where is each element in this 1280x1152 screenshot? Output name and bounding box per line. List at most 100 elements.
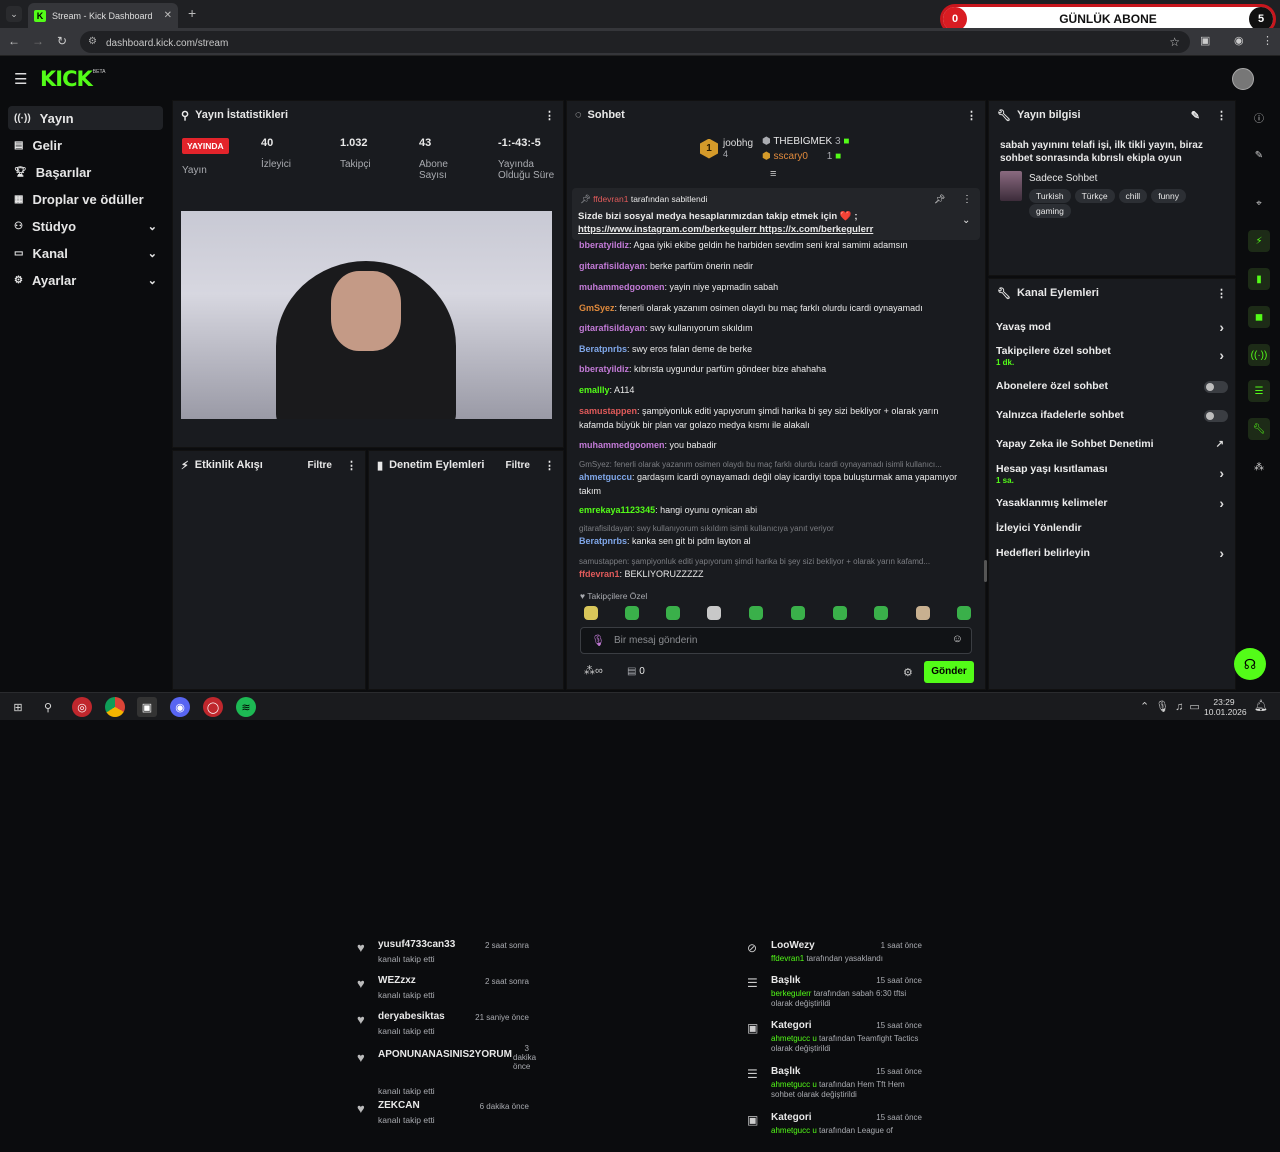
emote-icon[interactable] [957,606,971,620]
chat-message[interactable]: gitarafisildayan: swy kullanıyorum sıkıl… [579,321,974,335]
target-icon[interactable]: ⌖ [1248,192,1270,214]
more-icon[interactable]: ⋮ [544,109,555,122]
chat-username[interactable]: ffdevran1 [579,569,620,579]
chat-username[interactable]: GmSyez [579,303,615,313]
windows-start-icon[interactable]: ⊞ [8,697,28,717]
moderation-row[interactable]: ▣ Kategori 15 saat önce ahmetgucc u tarafın… [747,1110,925,1152]
mic-icon[interactable]: 🎙︎ [591,634,605,647]
emote-icon[interactable] [874,606,888,620]
chat-icon[interactable]: ◼ [1248,306,1270,328]
tab-list-button[interactable]: ⌄ [6,6,22,22]
x-link[interactable]: https://x.com/berkegulerr [759,224,873,235]
spotify-icon[interactable]: ≋ [236,697,256,717]
bolt-icon[interactable]: ⚡︎ [1248,230,1270,252]
notification-icon[interactable]: 🔔︎ [1254,699,1268,712]
chat-settings-icon[interactable]: ⚙ [903,666,913,679]
search-icon[interactable]: ⚲ [38,697,58,717]
clock[interactable]: 23:29 10.01.2026 [1204,697,1247,717]
emote-icon[interactable] [749,606,763,620]
instagram-link[interactable]: https://www.instagram.com/berkegulerr [578,224,757,235]
channel-action-row[interactable]: Yasaklanmış kelimeler › [996,495,1228,513]
filter-button[interactable]: Filtre [506,460,530,471]
channel-action-row[interactable]: Abonelere özel sohbet [996,380,1228,396]
chat-username[interactable]: gitarafisildayan [579,323,645,333]
chat-message[interactable]: ahmetguccu: gardaşım icardi oynayamadı d… [579,470,974,498]
browser-menu-icon[interactable]: ⋮ [1262,34,1273,47]
new-tab-button[interactable]: + [188,5,196,21]
app-red-icon[interactable]: ◎ [72,697,92,717]
bookmark-star-icon[interactable]: ☆ [1169,31,1180,53]
more-icon[interactable]: ⋮ [1216,109,1227,122]
chat-message[interactable]: muhammedgoomen: you babadir [579,438,974,452]
activity-row[interactable]: ♥ deryabesiktas kanalı takip etti 21 saniye… [357,1010,533,1044]
chat-username[interactable]: muhammedgoomen [579,282,665,292]
chat-username[interactable]: emallly [579,385,610,395]
info-icon[interactable]: ⓘ [1248,106,1270,128]
sidebar-item-studyo[interactable]: ⚇ Stüdyo ⌄ [8,214,163,238]
more-icon[interactable]: ⋮ [1216,287,1227,300]
site-info-icon[interactable]: ⚙ [88,31,97,53]
opera-icon[interactable]: ◯ [203,697,223,717]
channel-action-row[interactable]: Hesap yaşı kısıtlaması 1 sa. › [996,463,1228,487]
tag[interactable]: Türkçe [1074,189,1115,203]
url-input[interactable]: ⚙ dashboard.kick.com/stream ☆ [80,31,1190,53]
back-icon[interactable]: ← [8,34,20,48]
forward-icon[interactable]: → [32,34,44,48]
chat-username[interactable]: bberatyildiz [579,240,629,250]
chat-message[interactable]: emallly: A114 [579,383,974,397]
chat-message[interactable]: Beratpnrbs: swy eros falan deme de berke [579,342,974,356]
chrome-alt-icon[interactable]: ▣ [137,697,157,717]
channel-action-row[interactable]: İzleyici Yönlendir [996,522,1228,538]
emote-icon[interactable] [707,606,721,620]
chat-username[interactable]: Beratpnrbs [579,344,627,354]
channel-action-row[interactable]: Yalnızca ifadelerle sohbet [996,409,1228,425]
sidebar-item-yayin[interactable]: ((·)) Yayın [8,106,163,130]
toggle-switch[interactable] [1204,410,1228,422]
chat-username[interactable]: emrekaya1123345 [579,505,655,515]
browser-tab[interactable]: K Stream - Kick Dashboard ✕ [28,3,178,28]
chat-scrollbar[interactable] [984,560,987,582]
emoji-icon[interactable]: ☺ [952,633,963,645]
tray-icons[interactable]: ⌃🎙︎♫▭ [1140,700,1206,713]
chrome-icon[interactable] [105,697,125,717]
chat-username[interactable]: gitarafisildayan [579,261,645,271]
emote-icon[interactable] [625,606,639,620]
chat-username[interactable]: muhammedgoomen [579,440,665,450]
pinned-toggle-icon[interactable]: ≡ [770,168,776,180]
channel-action-row[interactable]: Yapay Zeka ile Sohbet Denetimi ↗ [996,438,1228,454]
more-icon[interactable]: ⋮ [962,194,972,205]
kick-logo[interactable]: KICK BETA [40,67,105,91]
users-icon[interactable]: ⁂ [1248,456,1270,478]
chat-message[interactable]: bberatyildiz: Agaa iyiki ekibe geldin he… [579,238,974,252]
chat-username[interactable]: Beratpnrbs [579,536,627,546]
sidebar-item-droplar[interactable]: ▦ Droplar ve ödüller [8,187,163,211]
tag[interactable]: funny [1151,189,1186,203]
more-icon[interactable]: ⋮ [346,459,357,472]
emote-icon[interactable] [833,606,847,620]
chat-message[interactable]: samustappen: şampiyonluk editi yapıyorum… [579,404,974,432]
avatar[interactable] [1232,68,1254,90]
list-icon[interactable]: ☰ [1248,380,1270,402]
tag[interactable]: chill [1118,189,1148,203]
moderation-row[interactable]: ▣ Kategori 15 saat önce ahmetgucc u tarafın… [747,1018,925,1060]
sidebar-item-ayarlar[interactable]: ⚙ Ayarlar ⌄ [8,268,163,292]
emote-icon[interactable] [791,606,805,620]
moderation-row[interactable]: ☰ Başlık 15 saat önce ahmetgucc u tarafında… [747,1064,925,1106]
send-button[interactable]: Gönder [924,661,974,683]
emote-icon[interactable] [916,606,930,620]
filter-button[interactable]: Filtre [308,460,332,471]
chat-message[interactable]: emrekaya1123345: hangi oyunu oynican abi [579,503,974,517]
channel-action-row[interactable]: Hedefleri belirleyin › [996,545,1228,563]
chat-message[interactable]: gitarafisildayan: berke parfüm önerin ne… [579,259,974,273]
channel-action-row[interactable]: Yavaş mod › [996,319,1228,337]
activity-row[interactable]: ♥ yusuf4733can33 kanalı takip etti 2 saat s… [357,938,533,972]
chat-message[interactable]: muhammedgoomen: yayin niye yapmadin saba… [579,280,974,294]
tag[interactable]: gaming [1029,204,1071,218]
reload-icon[interactable]: ↻ [57,34,67,48]
activity-row[interactable]: ♥ APONUNANASINIS2YORUM kanalı takip etti 3 … [357,1044,536,1096]
discord-icon[interactable]: ◉ [170,697,190,717]
more-icon[interactable]: ⋮ [544,459,555,472]
chat-username[interactable]: bberatyildiz [579,364,629,374]
unpin-icon[interactable]: 📌︎ [934,194,945,205]
infinity-icon[interactable]: ⁂∞ [584,664,603,677]
